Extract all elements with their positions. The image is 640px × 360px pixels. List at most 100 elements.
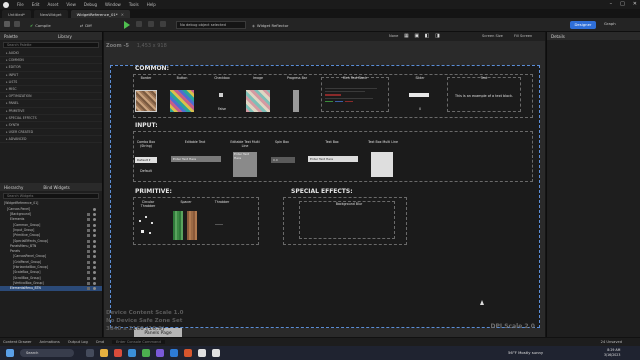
lock-icon[interactable] [87, 271, 90, 275]
start-icon[interactable] [6, 349, 14, 357]
preview-mode-select[interactable]: None [389, 34, 398, 38]
button-widget[interactable] [170, 90, 194, 112]
cmd-select[interactable]: Cmd [96, 340, 104, 344]
fill-screen-select[interactable]: Fill Screen [514, 34, 532, 38]
palette-category[interactable]: EDITOR [0, 64, 102, 72]
pause-icon[interactable] [136, 21, 142, 27]
menu-asset[interactable]: Asset [47, 2, 58, 7]
lock-icon[interactable] [87, 250, 90, 254]
lock-icon[interactable] [87, 276, 90, 280]
border-texture[interactable] [135, 90, 157, 112]
visibility-icon[interactable] [93, 271, 96, 275]
visibility-icon[interactable] [93, 234, 96, 238]
diff-button[interactable]: ⇄ Diff [80, 21, 92, 29]
tree-row[interactable]: ElementsMenu_BTN [0, 286, 102, 292]
slider-widget[interactable] [409, 93, 429, 97]
grid-tools-icon[interactable]: ▦ ▣ ◧ ◨ [404, 33, 442, 39]
hierarchy-tab[interactable]: Hierarchy [4, 185, 23, 190]
app-icon[interactable] [184, 349, 192, 357]
menu-view[interactable]: View [66, 2, 76, 7]
tab-newwidget[interactable]: NewWidget [33, 10, 68, 18]
app-icon[interactable] [170, 349, 178, 357]
palette-category[interactable]: LISTS [0, 79, 102, 86]
visibility-icon[interactable] [93, 207, 96, 211]
palette-category[interactable]: SYNTH [0, 122, 102, 130]
image-widget[interactable] [246, 90, 270, 112]
compile-button[interactable]: ✔ Compile [30, 21, 51, 29]
palette-category[interactable]: INPUT [0, 72, 102, 79]
palette-search-input[interactable]: Search Palette [3, 42, 99, 48]
palette-category[interactable]: COMMON [0, 57, 102, 65]
app-icon[interactable] [114, 349, 122, 357]
lock-icon[interactable] [87, 244, 90, 248]
spin-box-widget[interactable]: 0.0 [271, 157, 295, 163]
app-icon[interactable] [156, 349, 164, 357]
unreal-taskbar-icon[interactable] [212, 349, 220, 357]
visibility-icon[interactable] [93, 287, 96, 291]
lock-icon[interactable] [87, 281, 90, 285]
stop-icon[interactable] [148, 21, 154, 27]
graph-button[interactable]: Graph [604, 21, 616, 26]
visibility-icon[interactable] [93, 228, 96, 232]
hierarchy-search-input[interactable]: Search Widgets [3, 193, 99, 200]
visibility-icon[interactable] [93, 266, 96, 269]
palette-category[interactable]: PANEL [0, 100, 102, 108]
palette-category[interactable]: OPTIMIZATION [0, 93, 102, 101]
tab-untitled[interactable]: Untitled* [2, 10, 31, 18]
progress-bar-widget[interactable] [293, 90, 299, 112]
library-tab[interactable]: Library [58, 34, 72, 39]
save-icon[interactable] [4, 21, 10, 27]
bind-widgets-tab[interactable]: Bind Widgets [43, 185, 69, 190]
content-drawer-button[interactable]: Content Drawer [3, 340, 32, 344]
visibility-icon[interactable] [93, 244, 96, 248]
unreal-taskbar-icon[interactable] [198, 349, 206, 357]
browse-icon[interactable] [14, 21, 20, 27]
file-explorer-icon[interactable] [100, 349, 108, 357]
visibility-icon[interactable] [93, 255, 96, 259]
visibility-icon[interactable] [93, 218, 96, 222]
menu-window[interactable]: Window [105, 2, 121, 7]
tab-widgetreference[interactable]: WidgetReference_01* ✕ [70, 10, 130, 18]
edge-icon[interactable] [128, 349, 136, 357]
menu-debug[interactable]: Debug [84, 2, 97, 7]
designer-button[interactable]: Designer [570, 21, 596, 29]
text-box-widget[interactable]: Enter Text Here [308, 156, 358, 162]
lock-icon[interactable] [87, 228, 90, 232]
taskbar-clock[interactable]: 8:29 AM 3/16/2023 [604, 348, 620, 357]
combo-box-widget[interactable]: Default ▾ [135, 157, 157, 163]
debug-object-select[interactable]: No debug object selected [176, 21, 246, 29]
lock-icon[interactable] [87, 223, 90, 227]
checkbox-widget[interactable] [219, 93, 223, 97]
animations-button[interactable]: Animations [40, 340, 60, 344]
designer-viewport[interactable]: None ▦ ▣ ◧ ◨ Screen Size Fill Screen Zoo… [104, 32, 545, 339]
taskbar-search[interactable]: Search [20, 349, 74, 357]
menu-tools[interactable]: Tools [129, 2, 139, 7]
lock-icon[interactable] [87, 234, 90, 238]
visibility-icon[interactable] [93, 281, 96, 285]
visibility-icon[interactable] [93, 276, 96, 280]
editable-multiline-widget[interactable]: Enter Text Here [233, 152, 257, 177]
step-icon[interactable] [160, 21, 166, 27]
text-box-multiline-widget[interactable] [371, 152, 393, 177]
palette-category[interactable]: USER CREATED [0, 129, 102, 137]
lock-icon[interactable] [87, 260, 90, 264]
close-button[interactable]: ✕ [633, 1, 637, 7]
weather-widget[interactable]: 56°F Mostly sunny [508, 349, 543, 357]
lock-icon[interactable] [87, 218, 90, 222]
menu-file[interactable]: File [17, 2, 24, 7]
menu-edit[interactable]: Edit [32, 2, 40, 7]
close-icon[interactable]: ✕ [121, 12, 124, 17]
visibility-icon[interactable] [93, 239, 96, 243]
palette-category[interactable]: PRIMITIVE [0, 108, 102, 115]
console-command-input[interactable]: Enter Console Command [112, 340, 165, 344]
palette-tab[interactable]: Palette [4, 34, 18, 39]
palette-category[interactable]: AUDIO [0, 50, 102, 58]
visibility-icon[interactable] [93, 213, 96, 217]
play-icon[interactable] [124, 21, 130, 29]
visibility-icon[interactable] [93, 250, 96, 254]
editable-text-widget[interactable]: Enter Text Here [171, 156, 221, 162]
lock-icon[interactable] [87, 239, 90, 243]
screen-size-select[interactable]: Screen Size [482, 34, 503, 38]
details-title[interactable]: Details [551, 34, 565, 39]
palette-category[interactable]: ADVANCED [0, 136, 102, 144]
